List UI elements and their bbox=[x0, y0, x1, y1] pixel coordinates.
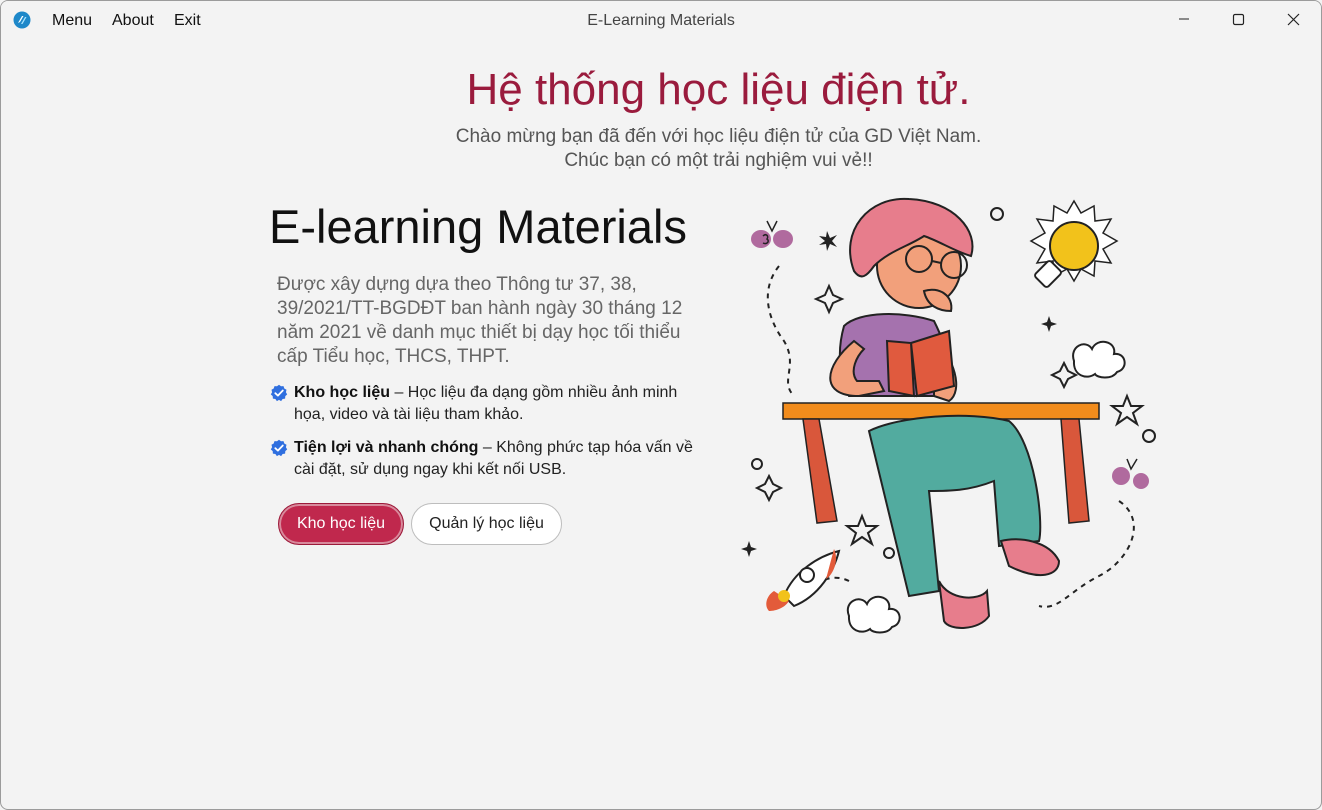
maximize-icon bbox=[1232, 13, 1244, 25]
close-icon bbox=[1287, 13, 1299, 25]
reading-girl-illustration bbox=[741, 197, 1156, 634]
manage-materials-button[interactable]: Quản lý học liệu bbox=[411, 503, 562, 545]
feature-item: Tiện lợi và nhanh chóng – Không phức tạp… bbox=[270, 437, 700, 481]
hero-heading: E-learning Materials bbox=[269, 200, 687, 253]
feature-title: Kho học liệu bbox=[294, 384, 390, 401]
feature-item: Kho học liệu – Học liệu đa dạng gồm nhiề… bbox=[270, 382, 700, 426]
feature-text: Tiện lợi và nhanh chóng – Không phức tạp… bbox=[294, 437, 700, 481]
page-title: Hệ thống học liệu điện tử. bbox=[466, 65, 971, 114]
check-badge-icon bbox=[270, 384, 288, 402]
window-title: E-Learning Materials bbox=[587, 12, 735, 29]
close-button[interactable] bbox=[1266, 1, 1320, 37]
hero-description: Được xây dựng dựa theo Thông tư 37, 38, … bbox=[277, 274, 683, 367]
rocket-icon bbox=[766, 549, 841, 611]
app-window: Menu About Exit E-Learning Materials Hệ … bbox=[0, 0, 1322, 810]
maximize-button[interactable] bbox=[1211, 1, 1265, 37]
butterfly-icon bbox=[1112, 458, 1149, 489]
butterfly-icon bbox=[751, 220, 793, 248]
check-badge-icon bbox=[270, 439, 288, 457]
subtitle-line-2: Chúc bạn có một trải nghiệm vui vẻ!! bbox=[564, 150, 873, 171]
minimize-button[interactable] bbox=[1157, 1, 1211, 37]
minimize-icon bbox=[1179, 18, 1189, 20]
title-bar: Menu About Exit E-Learning Materials bbox=[1, 1, 1321, 39]
feature-text: Kho học liệu – Học liệu đa dạng gồm nhiề… bbox=[294, 382, 700, 426]
light-bulb-icon bbox=[1029, 199, 1119, 288]
subtitle-line-1: Chào mừng bạn đã đến với học liệu điện t… bbox=[455, 126, 982, 147]
materials-button[interactable]: Kho học liệu bbox=[278, 503, 404, 545]
feature-title: Tiện lợi và nhanh chóng bbox=[294, 439, 479, 456]
